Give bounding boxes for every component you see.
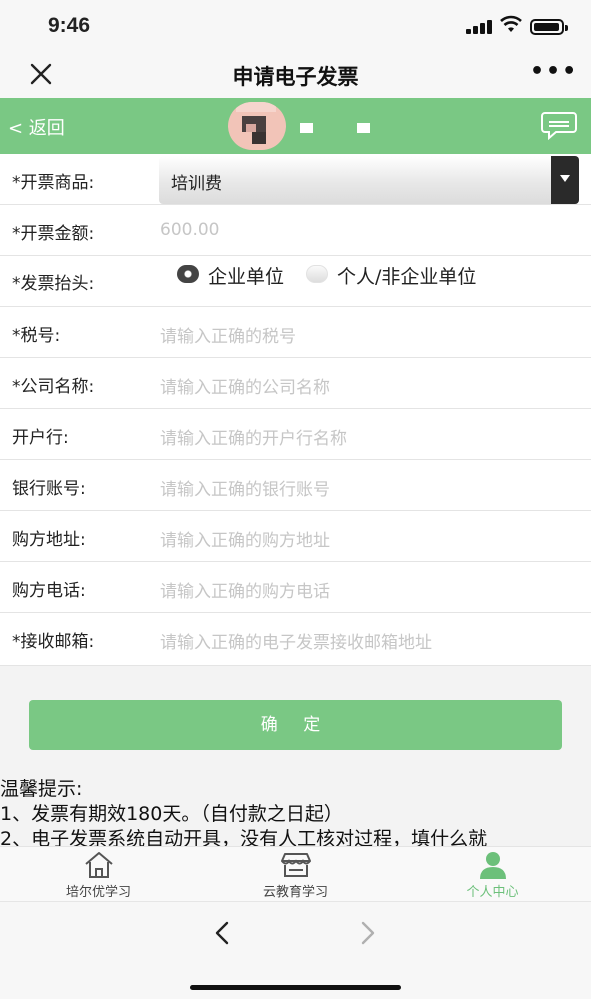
tab-peieryou[interactable]: 培尔优学习 xyxy=(0,847,197,902)
tax-input[interactable]: 请输入正确的税号 xyxy=(160,322,296,347)
invoice-title-row: *发票抬头: 企业单位 个人/非企业单位 xyxy=(0,256,591,307)
radio-personal-label[interactable]: 个人/非企业单位 xyxy=(337,262,476,289)
email-label: *接收邮箱: xyxy=(12,632,95,652)
browser-nav xyxy=(0,901,591,999)
tips-heading: 温馨提示: xyxy=(0,778,83,800)
avatar xyxy=(228,102,286,150)
account-row: 银行账号: 请输入正确的银行账号 xyxy=(0,460,591,511)
chevron-down-icon xyxy=(551,156,579,204)
person-icon xyxy=(480,852,506,879)
product-label: *开票商品: xyxy=(12,173,95,193)
signal-icon xyxy=(466,20,494,34)
tip-line: 1、发票有期效180天。（自付款之日起） xyxy=(0,803,343,825)
redacted-block xyxy=(357,123,370,133)
home-icon xyxy=(85,852,113,878)
more-options-icon[interactable]: ••• xyxy=(530,61,576,86)
invoice-title-label: *发票抬头: xyxy=(12,274,95,294)
email-row: *接收邮箱: 请输入正确的电子发票接收邮箱地址 xyxy=(0,613,591,666)
account-label: 银行账号: xyxy=(12,479,86,499)
app-header: < 返回 xyxy=(0,98,591,154)
wifi-icon xyxy=(500,15,522,32)
address-label: 购方地址: xyxy=(12,530,86,550)
radio-personal[interactable] xyxy=(306,265,328,283)
tab-cloud-education[interactable]: 云教育学习 xyxy=(197,847,394,902)
home-indicator xyxy=(190,985,401,990)
chat-icon[interactable] xyxy=(540,110,578,140)
tax-row: *税号: 请输入正确的税号 xyxy=(0,307,591,358)
tips: 温馨提示: 1、发票有期效180天。（自付款之日起） 2、电子发票系统自动开具，… xyxy=(0,777,591,846)
bank-input[interactable]: 请输入正确的开户行名称 xyxy=(160,424,347,449)
back-arrow-icon[interactable] xyxy=(208,918,238,948)
address-input[interactable]: 请输入正确的购方地址 xyxy=(160,526,330,551)
phone-input[interactable]: 请输入正确的购方电话 xyxy=(160,577,330,602)
battery-icon xyxy=(530,19,568,35)
tab-label: 云教育学习 xyxy=(262,885,328,900)
phone-label: 购方电话: xyxy=(12,581,86,601)
confirm-button[interactable]: 确 定 xyxy=(29,700,562,750)
company-input[interactable]: 请输入正确的公司名称 xyxy=(160,373,330,398)
status-time: 9:46 xyxy=(48,14,91,37)
tab-label: 培尔优学习 xyxy=(65,885,131,900)
product-row: *开票商品: 培训费 xyxy=(0,154,591,205)
bank-label: 开户行: xyxy=(12,428,69,448)
radio-company[interactable] xyxy=(177,265,199,283)
company-label: *公司名称: xyxy=(12,377,95,397)
title-bar: 申请电子发票 ••• xyxy=(0,50,591,98)
tab-label: 个人中心 xyxy=(466,885,519,900)
back-link[interactable]: < 返回 xyxy=(8,114,65,140)
address-row: 购方地址: 请输入正确的购方地址 xyxy=(0,511,591,562)
amount-value: 600.00 xyxy=(160,220,220,240)
account-input[interactable]: 请输入正确的银行账号 xyxy=(160,475,330,500)
store-icon xyxy=(281,853,311,877)
tax-label: *税号: xyxy=(12,326,61,346)
amount-row: *开票金额: 600.00 xyxy=(0,205,591,256)
email-input[interactable]: 请输入正确的电子发票接收邮箱地址 xyxy=(160,628,432,653)
amount-label: *开票金额: xyxy=(12,224,95,244)
phone-row: 购方电话: 请输入正确的购方电话 xyxy=(0,562,591,613)
tip-line: 2、电子发票系统自动开具，没有人工核对过程，填什么就 xyxy=(0,828,488,846)
tab-bar: 培尔优学习 云教育学习 个人中心 xyxy=(0,846,591,901)
bank-row: 开户行: 请输入正确的开户行名称 xyxy=(0,409,591,460)
page-title: 申请电子发票 xyxy=(232,65,359,89)
radio-company-label[interactable]: 企业单位 xyxy=(208,262,284,289)
tab-personal-center[interactable]: 个人中心 xyxy=(394,847,591,902)
product-value: 培训费 xyxy=(171,174,222,194)
redacted-block xyxy=(300,123,313,133)
company-row: *公司名称: 请输入正确的公司名称 xyxy=(0,358,591,409)
product-select[interactable]: 培训费 xyxy=(159,156,579,204)
forward-arrow-icon[interactable] xyxy=(352,918,382,948)
status-bar: 9:46 xyxy=(0,0,591,50)
